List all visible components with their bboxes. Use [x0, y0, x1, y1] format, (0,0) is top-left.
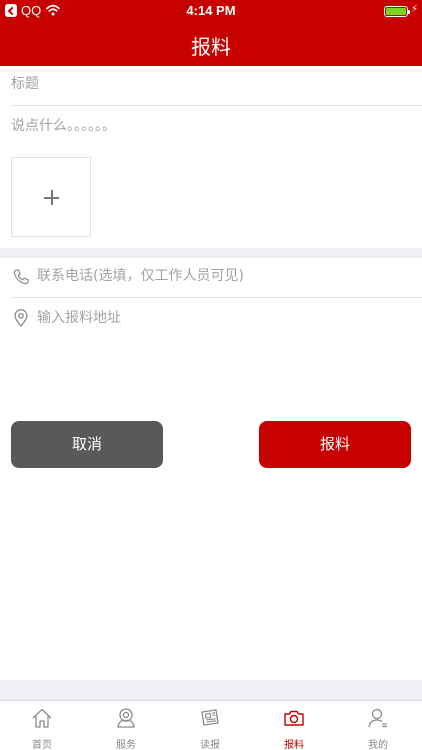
- section-separator: [0, 248, 422, 258]
- tab-newspaper[interactable]: 读报: [168, 701, 252, 750]
- cancel-button[interactable]: 取消: [11, 421, 163, 468]
- camera-icon: [284, 710, 304, 726]
- submit-report-button[interactable]: 报料: [259, 421, 411, 468]
- divider: [11, 297, 422, 298]
- newspaper-icon: [201, 709, 219, 726]
- tab-service[interactable]: 服务: [84, 701, 168, 750]
- title-input[interactable]: 标题: [11, 73, 422, 93]
- tab-mine[interactable]: 我的: [336, 701, 420, 750]
- tab-label: 读报: [200, 740, 220, 750]
- phone-icon: [13, 269, 29, 285]
- address-input[interactable]: 输入报料地址: [37, 307, 121, 327]
- plus-icon-stroke: [51, 190, 53, 205]
- page-title: 报料: [191, 35, 231, 59]
- content-textarea[interactable]: 说点什么。。。。。。: [11, 115, 422, 135]
- tab-bar: 首页 服务 读报 报料 我的: [0, 700, 422, 750]
- service-icon: [117, 708, 135, 728]
- tab-label: 服务: [116, 740, 136, 750]
- home-icon: [32, 708, 52, 728]
- charging-icon: ⚡: [410, 4, 418, 15]
- tab-home[interactable]: 首页: [0, 701, 84, 750]
- user-icon: [368, 708, 387, 728]
- tab-label: 首页: [32, 740, 52, 750]
- tab-label: 报料: [284, 740, 304, 750]
- bottom-separator: [0, 680, 422, 700]
- divider: [11, 105, 422, 106]
- nav-bar: 报料: [0, 22, 422, 66]
- phone-input[interactable]: 联系电话(选填，仅工作人员可见): [37, 265, 244, 285]
- add-image-button[interactable]: [11, 157, 91, 237]
- tab-label: 我的: [368, 740, 388, 750]
- location-icon: [14, 309, 28, 327]
- status-time: 4:14 PM: [186, 3, 236, 18]
- tab-report[interactable]: 报料: [252, 701, 336, 750]
- battery-icon: [384, 6, 410, 17]
- status-bar: QQ 4:14 PM ⚡: [0, 0, 422, 22]
